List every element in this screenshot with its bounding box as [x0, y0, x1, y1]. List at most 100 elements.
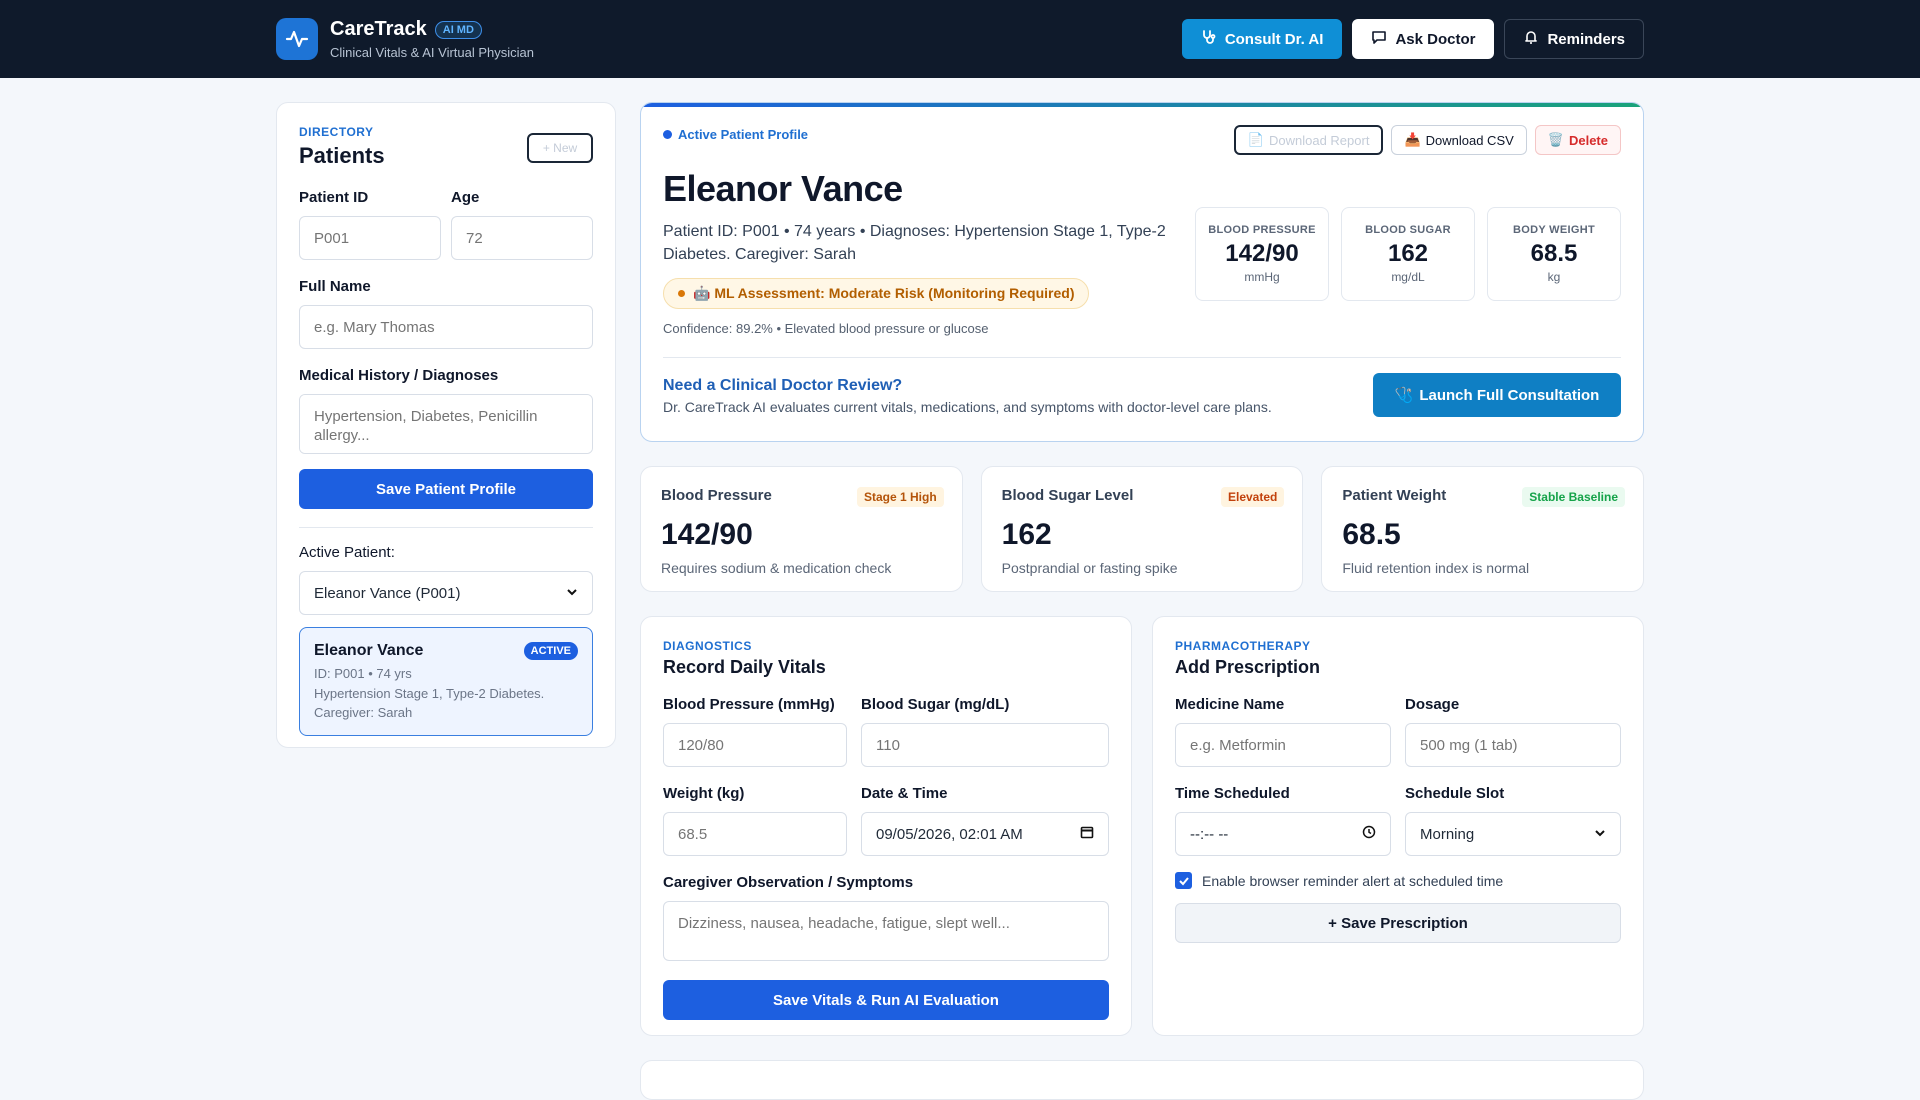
dosage-label: Dosage: [1405, 696, 1460, 713]
slot-label: Schedule Slot: [1405, 785, 1505, 802]
ask-doctor-button[interactable]: Ask Doctor: [1352, 19, 1495, 59]
blood-sugar-input[interactable]: [861, 723, 1109, 767]
save-vitals-button[interactable]: Save Vitals & Run AI Evaluation: [663, 980, 1109, 1020]
reminders-label: Reminders: [1547, 30, 1625, 48]
trash-icon: 🗑️: [1547, 132, 1564, 147]
download-report-button[interactable]: 📄 Download Report: [1233, 125, 1384, 155]
mini-stat-label: BODY WEIGHT: [1513, 224, 1595, 236]
patient-card-history: Hypertension Stage 1, Type-2 Diabetes.: [314, 686, 545, 701]
medicine-label: Medicine Name: [1175, 696, 1285, 713]
launch-consultation-button[interactable]: 🩺 Launch Full Consultation: [1373, 373, 1621, 417]
active-patient-select[interactable]: Eleanor Vance (P001): [299, 571, 593, 615]
medical-history-input[interactable]: [299, 394, 593, 454]
full-name-input[interactable]: [299, 305, 593, 349]
download-csv-label: Download CSV: [1425, 132, 1514, 148]
patient-meta: Patient ID: P001 • 74 years • Diagnoses:…: [663, 223, 1166, 263]
stat-value: 162: [1001, 518, 1052, 551]
brand[interactable]: CareTrack AI MD Clinical Vitals & AI Vir…: [276, 18, 534, 60]
profile-accent-bar: [641, 103, 1643, 107]
stat-status-tag: Elevated: [1220, 487, 1285, 507]
bell-icon: [1523, 29, 1539, 49]
stat-note: Requires sodium & medication check: [661, 560, 892, 576]
time-label: Time Scheduled: [1175, 785, 1290, 802]
age-label: Age: [451, 189, 480, 206]
diagnostics-eyebrow: DIAGNOSTICS: [663, 639, 752, 653]
mini-stat-value: 142/90: [1225, 240, 1299, 267]
mini-stat-unit: kg: [1547, 270, 1561, 284]
active-badge: ACTIVE: [523, 642, 578, 660]
mini-stat-label: BLOOD PRESSURE: [1208, 224, 1316, 236]
medicine-name-input[interactable]: [1175, 723, 1391, 767]
doctor-review-callout: Need a Clinical Doctor Review? Dr. CareT…: [663, 377, 1272, 415]
mini-stat-unit: mmHg: [1244, 270, 1280, 284]
medical-history-label: Medical History / Diagnoses: [299, 367, 499, 384]
record-vitals-title: Record Daily Vitals: [663, 657, 826, 677]
stat-status-tag: Stage 1 High: [856, 487, 944, 507]
patient-card-id: ID: P001 • 74 yrs: [314, 666, 412, 681]
patient-card[interactable]: Eleanor Vance ACTIVE ID: P001 • 74 yrs H…: [299, 627, 593, 736]
save-prescription-button[interactable]: + Save Prescription: [1175, 903, 1621, 943]
status-dot: [663, 130, 672, 139]
mini-stat-value: 162: [1387, 240, 1429, 267]
mini-stat-body-weight: BODY WEIGHT 68.5 kg: [1487, 207, 1621, 301]
review-subtitle: Dr. CareTrack AI evaluates current vital…: [663, 399, 1272, 415]
dosage-input[interactable]: [1405, 723, 1621, 767]
chevron-down-icon: [1594, 826, 1606, 843]
top-bar: CareTrack AI MD Clinical Vitals & AI Vir…: [0, 0, 1920, 78]
save-patient-profile-button[interactable]: Save Patient Profile: [299, 469, 593, 509]
risk-dot: [678, 290, 685, 297]
symptoms-input[interactable]: [663, 901, 1109, 961]
weight-input[interactable]: [663, 812, 847, 856]
reminders-button[interactable]: Reminders: [1504, 19, 1644, 59]
patient-id-input[interactable]: [299, 216, 441, 260]
add-prescription-panel: PHARMACOTHERAPY Add Prescription Medicin…: [1152, 616, 1644, 1036]
active-profile-label: Active Patient Profile: [678, 127, 809, 142]
reminder-checkbox-label: Enable browser reminder alert at schedul…: [1202, 872, 1504, 889]
datetime-label: Date & Time: [861, 785, 948, 802]
new-patient-button[interactable]: + New: [527, 133, 593, 163]
calendar-icon: [1080, 825, 1094, 843]
stat-value: 142/90: [661, 518, 753, 551]
heartbeat-icon: [276, 18, 318, 60]
download-csv-button[interactable]: 📥 Download CSV: [1391, 125, 1527, 155]
consult-label: Consult Dr. AI: [1224, 30, 1324, 48]
symptoms-label: Caregiver Observation / Symptoms: [663, 874, 914, 891]
chat-icon: [1371, 29, 1387, 49]
patient-profile-card: Active Patient Profile 📄 Download Report…: [640, 102, 1644, 442]
active-patient-label: Active Patient:: [299, 544, 395, 561]
active-patient-value: Eleanor Vance (P001): [314, 584, 461, 602]
sidebar-divider: [299, 527, 593, 528]
stat-note: Postprandial or fasting spike: [1001, 560, 1178, 576]
consult-dr-ai-button[interactable]: Consult Dr. AI: [1181, 19, 1343, 59]
mini-stat-label: BLOOD SUGAR: [1365, 224, 1451, 236]
mini-stat-blood-pressure: BLOOD PRESSURE 142/90 mmHg: [1195, 207, 1329, 301]
patients-sidebar: DIRECTORY Patients + New Patient ID Age …: [276, 102, 616, 748]
download-report-label: Download Report: [1268, 132, 1370, 148]
brand-name: CareTrack: [330, 18, 427, 40]
add-prescription-title: Add Prescription: [1175, 657, 1321, 677]
ai-md-badge: AI MD: [434, 20, 482, 39]
reminder-checkbox[interactable]: [1175, 872, 1192, 889]
chevron-down-icon: [566, 585, 578, 602]
stethoscope-icon: [1201, 29, 1217, 49]
time-value: --:-- --: [1190, 825, 1229, 843]
mini-stat-unit: mg/dL: [1391, 270, 1425, 284]
time-scheduled-input[interactable]: --:-- --: [1175, 812, 1391, 856]
age-input[interactable]: [451, 216, 593, 260]
schedule-slot-select[interactable]: Morning: [1405, 812, 1621, 856]
clock-icon: [1362, 825, 1376, 843]
confidence-text: Confidence: 89.2% • Elevated blood press…: [663, 321, 989, 336]
stat-status-tag: Stable Baseline: [1522, 487, 1626, 507]
record-vitals-panel: DIAGNOSTICS Record Daily Vitals Blood Pr…: [640, 616, 1132, 1036]
blood-pressure-input[interactable]: [663, 723, 847, 767]
delete-patient-button[interactable]: 🗑️ Delete: [1534, 125, 1621, 155]
ml-risk-badge: 🤖 ML Assessment: Moderate Risk (Monitori…: [663, 278, 1090, 309]
stat-note: Fluid retention index is normal: [1342, 560, 1530, 576]
stat-value: 68.5: [1342, 518, 1401, 551]
datetime-input[interactable]: 09/05/2026, 02:01 AM: [861, 812, 1109, 856]
document-icon: 📄: [1247, 132, 1264, 147]
stethoscope-icon: 🩺: [1394, 387, 1414, 404]
slot-value: Morning: [1420, 825, 1475, 843]
review-title: Need a Clinical Doctor Review?: [663, 377, 903, 394]
stat-card-blood-sugar: Blood Sugar Level Elevated 162 Postprand…: [980, 466, 1304, 592]
